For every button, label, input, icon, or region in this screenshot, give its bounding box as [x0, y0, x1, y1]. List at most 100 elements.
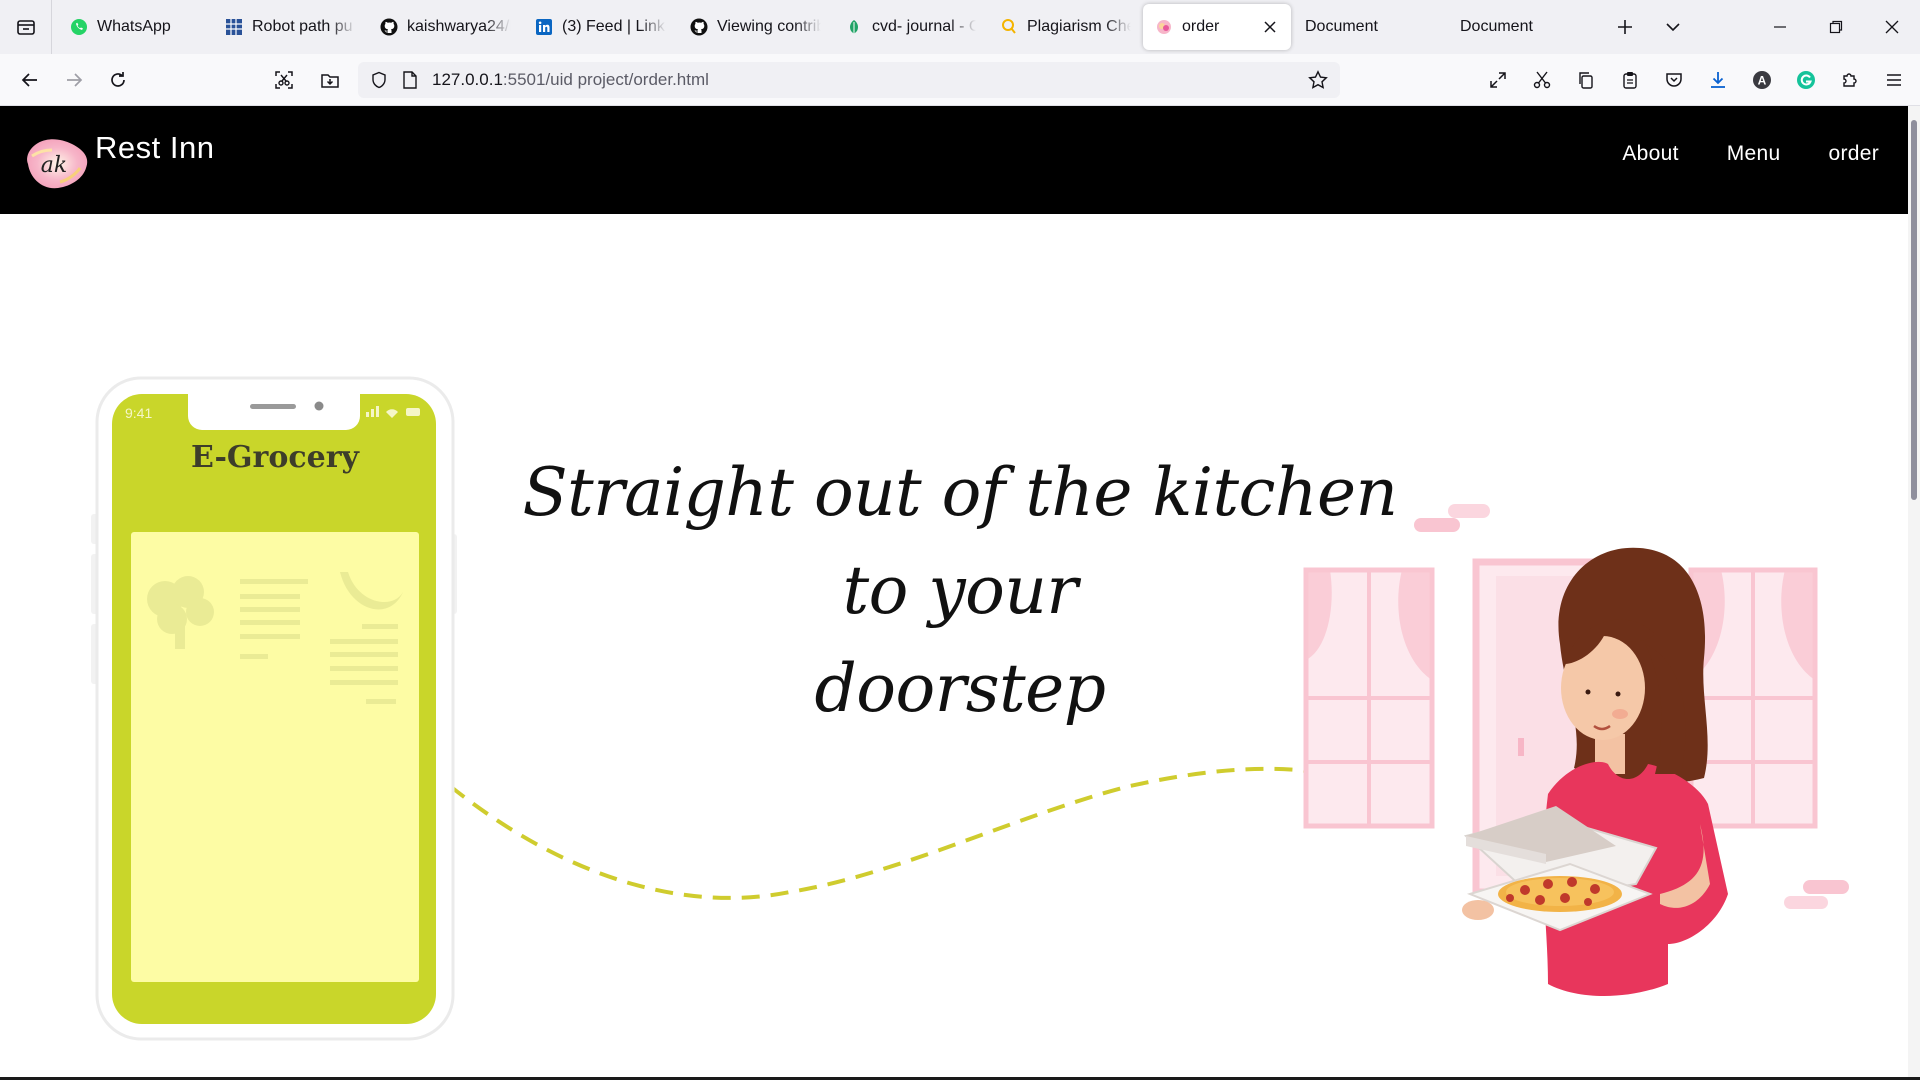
tab-list: WhatsApp Robot path pu kaishwarya24/F (3) F…	[52, 0, 1601, 54]
download-icon	[1711, 72, 1725, 88]
toolbar-left-extensions	[262, 60, 352, 100]
save-to-folder-button[interactable]	[308, 60, 352, 100]
new-tab-button[interactable]	[1601, 0, 1649, 54]
url-text[interactable]: 127.0.0.1:5501/uid project/order.html	[432, 70, 1294, 90]
hero-headline: Straight out of the kitchen to your door…	[480, 444, 1440, 738]
tab-label: Document	[1305, 18, 1378, 35]
tab-label: WhatsApp	[97, 18, 171, 35]
chevron-down-icon	[1666, 23, 1680, 32]
close-window-button[interactable]	[1864, 0, 1920, 54]
extensions-button[interactable]	[1828, 60, 1872, 100]
navigation-toolbar: 127.0.0.1:5501/uid project/order.html A	[0, 54, 1920, 106]
tab-label: Plagiarism Che	[1027, 18, 1131, 35]
github-icon	[690, 18, 708, 36]
tab-label: Document	[1460, 18, 1533, 35]
browser-tab-6[interactable]: Plagiarism Che	[988, 4, 1143, 50]
address-bar[interactable]: 127.0.0.1:5501/uid project/order.html	[358, 62, 1340, 98]
fullscreen-button[interactable]	[1476, 60, 1520, 100]
web-page: ak Rest Inn About Menu order 9:41 E-Groc…	[0, 106, 1920, 1080]
site-nav: About Menu order	[1574, 142, 1879, 166]
browser-tab-8[interactable]: Document	[1291, 4, 1446, 50]
clipboard-icon	[1623, 72, 1637, 89]
flower-favicon	[1155, 18, 1173, 36]
minimize-icon	[1774, 26, 1786, 28]
copy-icon	[1579, 72, 1593, 89]
app-menu-button[interactable]	[1872, 60, 1916, 100]
folder-download-icon	[321, 74, 339, 88]
back-button[interactable]	[8, 60, 52, 100]
paste-button[interactable]	[1608, 60, 1652, 100]
brand-logo[interactable]: ak	[20, 134, 92, 192]
arrow-right-icon	[67, 72, 83, 87]
github-icon	[380, 18, 398, 36]
browser-tab-3[interactable]: (3) Feed | Linke	[523, 4, 678, 50]
restore-button[interactable]	[1808, 0, 1864, 54]
shield-icon	[372, 71, 386, 89]
headline-line-2: doorstep	[814, 650, 1106, 727]
browser-tab-5[interactable]: cvd- journal - C	[833, 4, 988, 50]
nav-link-order[interactable]: order	[1828, 142, 1879, 166]
tab-label: kaishwarya24/F	[407, 18, 511, 35]
tab-label: Viewing contrib	[717, 18, 821, 35]
leaf-icon	[845, 18, 863, 36]
reload-icon	[111, 71, 125, 87]
scissors-screenshot-icon	[275, 71, 293, 89]
tab-label: cvd- journal - C	[872, 18, 976, 35]
svg-text:A: A	[1758, 74, 1767, 88]
logo-text: ak	[41, 153, 67, 178]
phone-app-title: E-Grocery	[191, 440, 360, 475]
search-favicon	[1000, 18, 1018, 36]
page-icon	[403, 71, 417, 89]
url-host: 127.0.0.1	[432, 70, 503, 89]
cut-button[interactable]	[1520, 60, 1564, 100]
puzzle-icon	[1843, 73, 1857, 87]
browser-tab-0[interactable]: WhatsApp	[58, 4, 213, 50]
list-all-tabs-button[interactable]	[1649, 0, 1697, 54]
close-tab-icon[interactable]	[1261, 18, 1279, 36]
firefox-view-button[interactable]	[0, 0, 52, 54]
phone-clock: 9:41	[125, 405, 152, 421]
scrollbar-thumb[interactable]	[1911, 120, 1917, 500]
browser-tab-4[interactable]: Viewing contrib	[678, 4, 833, 50]
pocket-button[interactable]	[1652, 60, 1696, 100]
star-bookmark-icon[interactable]	[1308, 70, 1328, 90]
hamburger-menu-icon	[1887, 74, 1901, 86]
screenshot-button[interactable]	[262, 60, 306, 100]
copy-button[interactable]	[1564, 60, 1608, 100]
url-path: :5501/uid project/order.html	[502, 70, 709, 89]
brand-name[interactable]: Rest Inn	[95, 130, 214, 166]
forward-button[interactable]	[52, 60, 96, 100]
tab-label: (3) Feed | Linke	[562, 18, 666, 35]
letter-a-avatar-icon: A	[1753, 71, 1771, 89]
window-controls	[1752, 0, 1920, 54]
close-icon	[1885, 20, 1899, 34]
nav-link-menu[interactable]: Menu	[1727, 142, 1781, 166]
browser-tab-9[interactable]: Document	[1446, 4, 1601, 50]
browser-tab-7[interactable]: order	[1143, 4, 1291, 50]
headline-line-1: Straight out of the kitchen to your	[522, 454, 1398, 629]
tab-label: order	[1182, 18, 1220, 35]
browser-tab-2[interactable]: kaishwarya24/F	[368, 4, 523, 50]
phone-mockup: 9:41 E-Grocery	[91, 376, 457, 1041]
grammarly-extension-button[interactable]	[1784, 60, 1828, 100]
expand-icon	[1490, 72, 1506, 88]
tab-strip: WhatsApp Robot path pu kaishwarya24/F (3) F…	[0, 0, 1920, 54]
pocket-icon	[1666, 73, 1682, 87]
site-header: ak Rest Inn About Menu order	[0, 106, 1908, 214]
account-extension-button[interactable]: A	[1740, 60, 1784, 100]
downloads-button[interactable]	[1696, 60, 1740, 100]
tab-list-icon	[16, 20, 35, 35]
reload-button[interactable]	[96, 60, 140, 100]
arrow-left-icon	[21, 72, 37, 87]
minimize-button[interactable]	[1752, 0, 1808, 54]
scissors-icon	[1533, 71, 1551, 89]
whatsapp-icon	[70, 18, 88, 36]
grid-favicon	[225, 18, 243, 36]
toolbar-right-buttons: A	[1476, 60, 1916, 100]
grammarly-icon	[1797, 71, 1815, 89]
delivery-dashed-path	[448, 766, 1442, 900]
browser-tab-1[interactable]: Robot path pu	[213, 4, 368, 50]
nav-link-about[interactable]: About	[1622, 142, 1678, 166]
page-scrollbar[interactable]	[1908, 106, 1920, 1080]
plus-icon	[1618, 20, 1632, 34]
